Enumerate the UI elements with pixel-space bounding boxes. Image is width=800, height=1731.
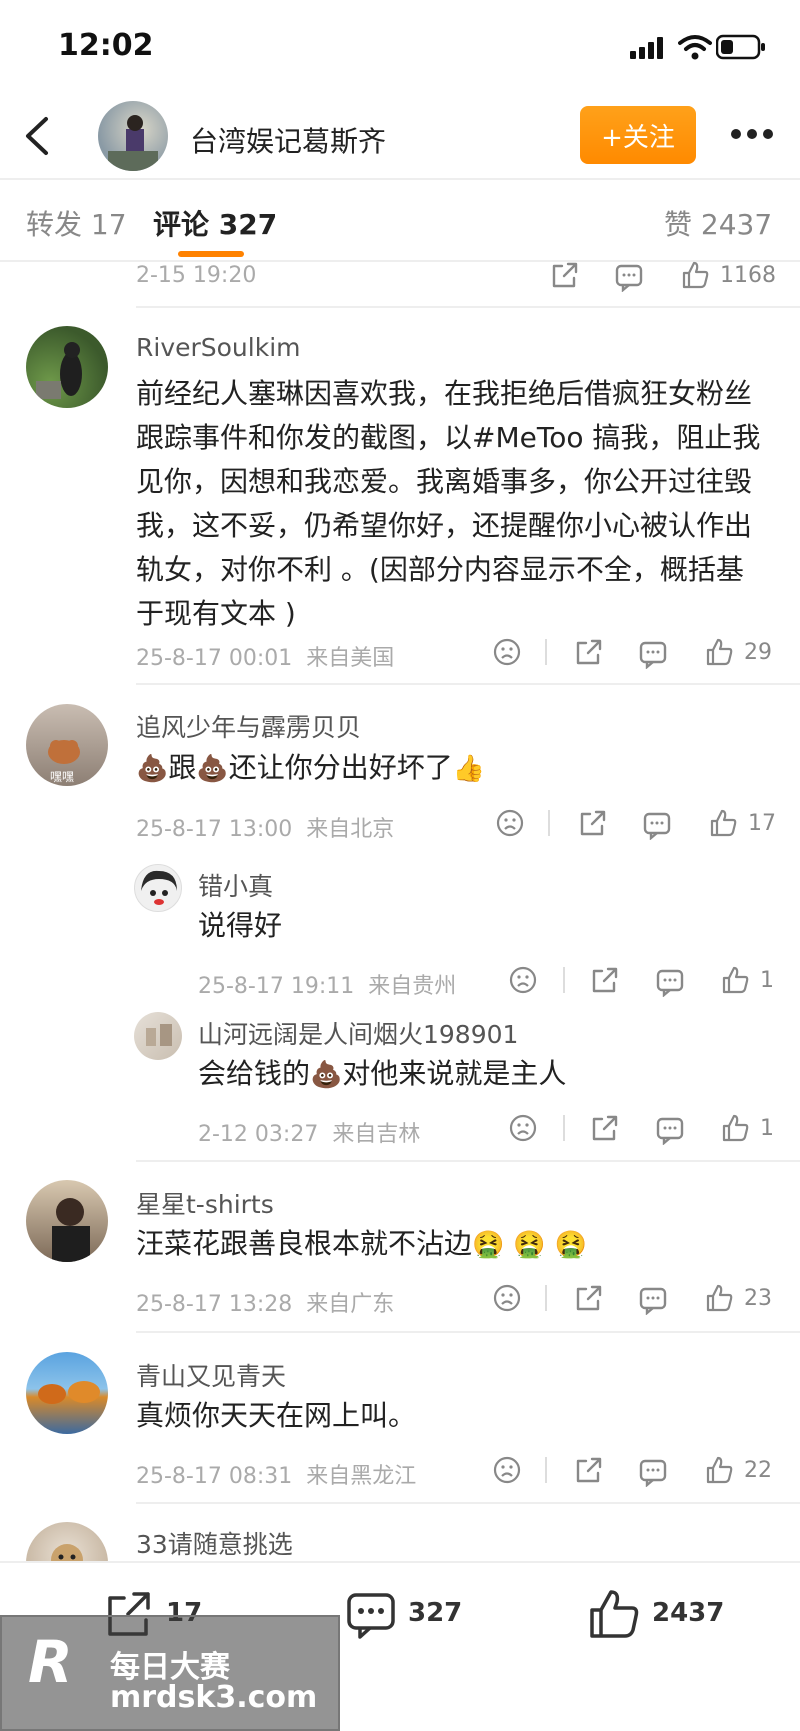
signal-icon — [630, 37, 670, 59]
poop-emoji: 💩 — [196, 754, 229, 784]
sad-face-icon[interactable] — [492, 1455, 522, 1489]
like-icon[interactable] — [720, 965, 750, 999]
poop-emoji: 💩 — [310, 1060, 343, 1090]
share-icon[interactable] — [574, 1283, 604, 1317]
like-icon[interactable] — [708, 808, 738, 842]
like-count: 23 — [744, 1286, 772, 1311]
share-icon[interactable] — [574, 1455, 604, 1489]
reply-username[interactable]: 山河远阔是人间烟火198901 — [198, 1015, 518, 1051]
comment-icon[interactable] — [614, 262, 644, 296]
like-count: 1168 — [720, 263, 776, 288]
like-count: 1 — [760, 968, 774, 993]
like-count: 22 — [744, 1458, 772, 1483]
sad-face-icon[interactable] — [508, 1113, 538, 1147]
reply-text: 说得好 — [198, 909, 283, 942]
comment-meta: 25-8-17 13:28 来自广东 — [136, 1292, 395, 1317]
tab-comments[interactable]: 评论 327 — [153, 203, 277, 243]
comment-text: 💩跟💩还让你分出好坏了👍 — [136, 751, 486, 784]
like-icon[interactable] — [720, 1113, 750, 1147]
reply-text: 会给钱的💩对他来说就是主人 — [198, 1057, 567, 1090]
comment-text: 真烦你天天在网上叫。 — [136, 1399, 417, 1432]
watermark-logo: R — [28, 1628, 73, 1696]
comment-text: 前经纪人塞琳因喜欢我，在我拒绝后借疯狂女粉丝 跟踪事件和你发的截图，以#MeTo… — [136, 377, 761, 630]
comment-username[interactable]: RiverSoulkim — [136, 333, 301, 362]
reply-username[interactable]: 错小真 — [198, 867, 273, 903]
tab-active-indicator — [178, 251, 244, 257]
sad-face-icon[interactable] — [495, 808, 525, 842]
avatar[interactable] — [26, 1180, 108, 1262]
app-screen: 12:02 台湾娱记葛斯齐 +关注 转发 17 评论 327 赞 2437 2-… — [0, 0, 800, 1731]
like-count: 29 — [744, 640, 772, 665]
like-count: 17 — [748, 811, 776, 836]
more-icon[interactable] — [728, 126, 776, 142]
status-time: 12:02 — [58, 28, 154, 63]
avatar[interactable] — [26, 326, 108, 408]
sad-face-icon[interactable] — [508, 965, 538, 999]
comment-meta: 25-8-17 08:31 来自黑龙江 — [136, 1464, 417, 1489]
account-name[interactable]: 台湾娱记葛斯齐 — [190, 120, 386, 160]
account-avatar[interactable] — [98, 101, 168, 171]
comment-username[interactable]: 33请随意挑选 — [136, 1525, 293, 1561]
battery-icon — [715, 34, 766, 60]
like-icon[interactable] — [704, 1455, 734, 1489]
comment-time: 2-15 19:20 — [136, 263, 257, 288]
back-arrow-icon[interactable] — [22, 115, 52, 157]
share-icon[interactable] — [574, 637, 604, 671]
follow-button[interactable]: +关注 — [580, 106, 696, 164]
tab-likes[interactable]: 赞 2437 — [664, 203, 772, 243]
reply-meta: 25-8-17 19:11 来自贵州 — [198, 974, 457, 999]
like-icon[interactable] — [704, 637, 734, 671]
reply-meta: 2-12 03:27 来自吉林 — [198, 1122, 421, 1147]
share-icon[interactable] — [550, 260, 580, 294]
avatar-label: 嘿嘿 — [50, 770, 75, 784]
comment-username[interactable]: 青山又见青天 — [136, 1357, 286, 1393]
comment-icon[interactable] — [638, 1457, 668, 1491]
comment-username[interactable]: 星星t-shirts — [136, 1185, 274, 1221]
share-icon[interactable] — [578, 808, 608, 842]
comment-username[interactable]: 追风少年与霹雳贝贝 — [136, 708, 361, 744]
like-count-total: 2437 — [652, 1598, 725, 1628]
sad-face-icon[interactable] — [492, 637, 522, 671]
comment-button[interactable]: 327 — [346, 1590, 486, 1640]
comment-icon[interactable] — [642, 810, 672, 844]
like-icon[interactable] — [680, 260, 710, 294]
avatar[interactable] — [134, 1012, 182, 1060]
avatar[interactable] — [134, 864, 182, 912]
like-button[interactable]: 2437 — [588, 1588, 728, 1640]
like-icon[interactable] — [704, 1283, 734, 1317]
comment-meta: 25-8-17 00:01 来自美国 — [136, 646, 395, 671]
comment-icon[interactable] — [638, 1285, 668, 1319]
poop-emoji: 💩 — [136, 754, 169, 784]
thumbs-up-emoji: 👍 — [452, 754, 486, 784]
sad-face-icon[interactable] — [492, 1283, 522, 1317]
comment-text: 汪菜花跟善良根本就不沾边🤮 🤮 🤮 — [136, 1227, 587, 1260]
share-icon[interactable] — [590, 1113, 620, 1147]
comment-icon[interactable] — [638, 639, 668, 673]
comment-icon[interactable] — [655, 967, 685, 1001]
vomit-emoji: 🤮 — [472, 1230, 505, 1260]
comment-icon[interactable] — [655, 1115, 685, 1149]
watermark-url: mrdsk3.com — [110, 1680, 318, 1715]
avatar[interactable] — [26, 1352, 108, 1434]
vomit-emoji: 🤮 — [513, 1230, 546, 1260]
comment-count: 327 — [408, 1598, 463, 1628]
share-icon[interactable] — [590, 965, 620, 999]
like-count: 1 — [760, 1116, 774, 1141]
vomit-emoji: 🤮 — [554, 1230, 587, 1260]
comment-meta: 25-8-17 13:00 来自北京 — [136, 817, 395, 842]
wifi-icon — [678, 34, 712, 60]
tab-repost[interactable]: 转发 17 — [26, 203, 127, 243]
